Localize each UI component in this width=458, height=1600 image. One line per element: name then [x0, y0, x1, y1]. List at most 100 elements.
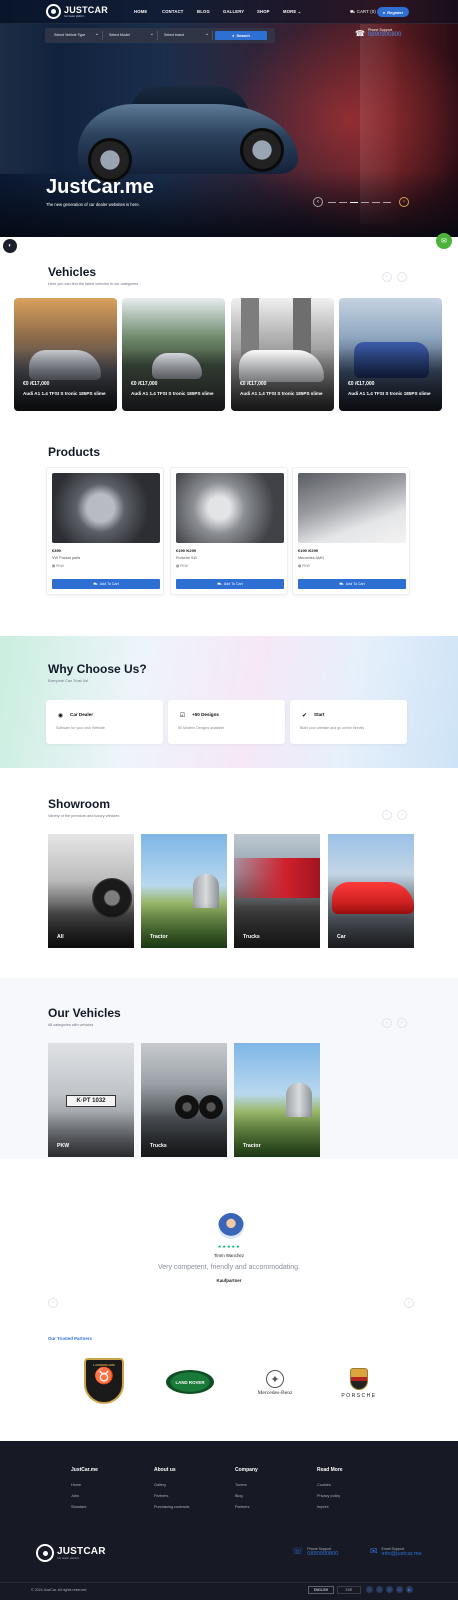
showroom-prev-button[interactable]: ‹ [382, 810, 392, 820]
instagram-icon[interactable]: ◎ [386, 1586, 393, 1593]
product-card[interactable]: €399 VW Passat parts ▦ PKW ⛟ Add To Cart [46, 467, 164, 595]
vehicle-search-bar: Select Vehicle Type Select Model Select … [45, 28, 275, 43]
cookie-icon: ◐ [8, 243, 12, 249]
linkedin-icon[interactable]: in [396, 1586, 403, 1593]
footer-link[interactable]: Privacy policy [317, 1494, 340, 1498]
showroom-card-car[interactable]: Car [328, 834, 414, 948]
footer-link[interactable]: Purchasing contracts [154, 1505, 189, 1509]
footer-link[interactable]: Gallery [154, 1483, 166, 1487]
hero-subtitle: The new generation of car dealer website… [46, 202, 140, 207]
category-card-tractor[interactable]: Tractor [234, 1043, 320, 1157]
vehicles-next-button[interactable]: › [397, 272, 407, 282]
youtube-icon[interactable]: ▶ [406, 1586, 413, 1593]
language-select[interactable]: ENGLISH [308, 1586, 334, 1594]
vehicles-prev-button[interactable]: ‹ [382, 272, 392, 282]
showroom-next-button[interactable]: › [397, 810, 407, 820]
vehicle-name: Audi A1 1.4 TFSI S tronic 185PS slime [23, 391, 106, 396]
nav-blog[interactable]: BLOG [197, 9, 210, 14]
category-card-pkw[interactable]: K·PT 1032 PKW [48, 1043, 134, 1157]
hero-prev-button[interactable]: ‹ [313, 197, 323, 207]
nav-more[interactable]: MORE ⌄ [283, 9, 301, 14]
showroom-label: Car [337, 934, 346, 940]
nav-shop[interactable]: SHOP [257, 9, 270, 14]
footer-brand-logo[interactable]: JUSTCAR Car dealer platform [36, 1544, 106, 1562]
rating-stars: ★★★★★ [217, 1244, 241, 1249]
hero-title: JustCar.me [46, 176, 154, 198]
testimonial-next-button[interactable]: › [404, 1298, 414, 1308]
vehicles-subtitle: Here you can find the latest vehicles in… [48, 282, 139, 286]
footer-link[interactable]: Standard [71, 1505, 86, 1509]
category-label: PKW [57, 1143, 70, 1149]
facebook-icon[interactable]: f [366, 1586, 373, 1593]
footer-link[interactable]: Tuners [235, 1483, 247, 1487]
footer-link[interactable]: Partners [154, 1494, 168, 1498]
phone-support[interactable]: ☎ Phone Support 0890900800 [355, 28, 401, 38]
currency-select[interactable]: EUR [337, 1586, 361, 1594]
mercedes-benz-logo[interactable]: ✦ Mercedes-Benz [248, 1366, 302, 1400]
showroom-card-tractor[interactable]: Tractor [141, 834, 227, 948]
footer-link[interactable]: Imprint [317, 1505, 329, 1509]
hero-next-button[interactable]: › [399, 197, 409, 207]
hero-slider-dots[interactable] [328, 200, 394, 206]
model-select[interactable]: Select Model [106, 31, 158, 40]
feature-title: Start [314, 712, 325, 717]
vehicle-card[interactable]: €0 /€17,000 Audi A1 1.4 TFSI S tronic 18… [14, 298, 117, 411]
our-vehicles-next-button[interactable]: › [397, 1018, 407, 1028]
brand-select[interactable]: Select brand [161, 31, 213, 40]
brand-logo[interactable]: JUSTCAR Car dealer platform [46, 4, 108, 19]
footer-email-support[interactable]: ✉ Email Support info@justcar.me [370, 1546, 422, 1557]
headset-icon: ☎ [355, 28, 365, 38]
testimonial-prev-button[interactable]: ‹ [48, 1298, 58, 1308]
product-name: Mercedes AMG [298, 556, 325, 560]
search-button[interactable]: ⌕ Search [215, 31, 267, 40]
chevron-left-icon: ‹ [386, 1020, 388, 1026]
nav-gallery[interactable]: GALLERY [223, 9, 244, 14]
vehicle-card[interactable]: €0 /€17,000 Audi A1 1.4 TFSI S tronic 18… [231, 298, 334, 411]
brand-name: JUSTCAR [64, 5, 108, 15]
cookie-settings-button[interactable]: ◐ [3, 239, 17, 253]
twitter-icon[interactable]: t [376, 1586, 383, 1593]
add-to-cart-button[interactable]: ⛟ Add To Cart [298, 579, 406, 589]
vehicle-card[interactable]: €0 /€17,000 Audi A1 1.4 TFSI S tronic 18… [339, 298, 442, 411]
footer-link[interactable]: Jobs [71, 1494, 79, 1498]
footer-link[interactable]: Home [71, 1483, 81, 1487]
feature-text: Build your website and go online directl… [300, 726, 365, 730]
check-circle-icon: ✔ [301, 713, 308, 719]
vehicle-card[interactable]: €0 /€17,000 Audi A1 1.4 TFSI S tronic 18… [122, 298, 225, 411]
why-title: Why Choose Us? [48, 662, 147, 676]
product-category: ▦ PKW [298, 564, 310, 568]
logo-icon [36, 1544, 54, 1562]
showroom-card-trucks[interactable]: Trucks [234, 834, 320, 948]
cart-link[interactable]: ⛟ CART (0) [350, 9, 376, 15]
lamborghini-logo[interactable]: LAMBORGHINI ♉ [84, 1358, 124, 1404]
showroom-card-all[interactable]: All [48, 834, 134, 948]
phone-icon: ☏ [292, 1546, 304, 1556]
mercedes-star-icon: ✦ [266, 1370, 284, 1388]
land-rover-logo[interactable]: LAND ROVER [166, 1370, 214, 1394]
footer-link[interactable]: Cookies [317, 1483, 331, 1487]
register-button[interactable]: ● Register [377, 7, 409, 17]
product-name: VW Passat parts [52, 556, 81, 560]
footer-link[interactable]: Blog [235, 1494, 243, 1498]
porsche-logo[interactable]: PORSCHE [336, 1364, 382, 1402]
showroom-subtitle: Variety of the premium and luxury vehicl… [48, 814, 120, 818]
product-card[interactable]: €199 /€299 Mercedes AMG ▦ PKW ⛟ Add To Ca… [292, 467, 410, 595]
mail-icon: ✉ [370, 1546, 378, 1556]
product-image [176, 473, 284, 543]
add-to-cart-button[interactable]: ⛟ Add To Cart [52, 579, 160, 589]
chevron-down-icon: ⌄ [297, 9, 302, 14]
copyright-text: © 2024 JustCar. All rights reserved [31, 1588, 87, 1592]
product-card[interactable]: €199 /€299 Porsche 911 ▦ PKW ⛟ Add To Car… [170, 467, 288, 595]
vehicle-type-select[interactable]: Select Vehicle Type [51, 31, 103, 40]
our-vehicles-prev-button[interactable]: ‹ [382, 1018, 392, 1028]
category-card-trucks[interactable]: Trucks [141, 1043, 227, 1157]
footer-phone-support[interactable]: ☏ Phone Support 0890900800 [292, 1546, 338, 1557]
user-icon: ● [382, 9, 386, 15]
products-title: Products [48, 445, 101, 459]
footer [0, 1441, 458, 1600]
nav-contact[interactable]: CONTACT [162, 9, 184, 14]
footer-link[interactable]: Partners [235, 1505, 249, 1509]
add-to-cart-button[interactable]: ⛟ Add To Cart [176, 579, 284, 589]
chat-button[interactable]: ✉ [436, 233, 452, 249]
nav-home[interactable]: HOME [134, 9, 147, 14]
